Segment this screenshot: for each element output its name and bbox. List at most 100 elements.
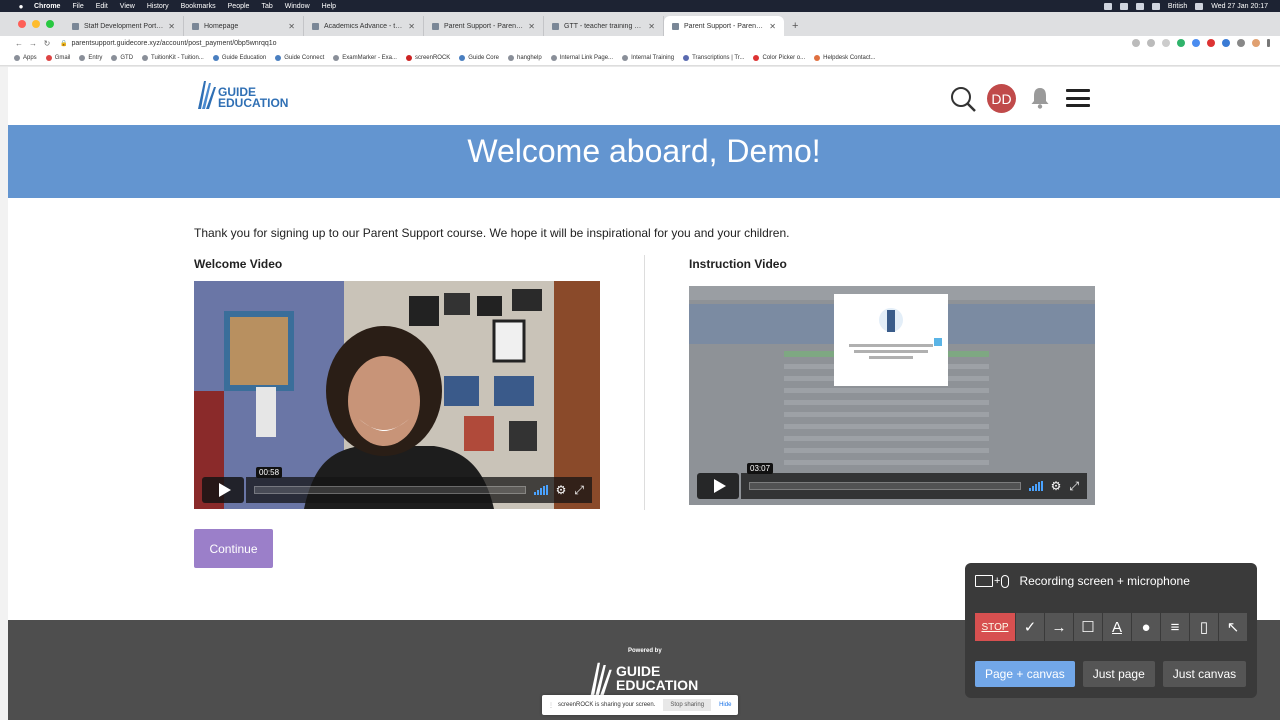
star-icon[interactable] <box>1162 39 1170 47</box>
bookmark[interactable]: GTD <box>111 54 133 61</box>
menu-people[interactable]: People <box>228 3 250 10</box>
stop-recording-button[interactable]: STOP <box>975 613 1015 641</box>
forward-icon[interactable]: → <box>26 39 40 48</box>
extension-icon[interactable] <box>1222 39 1230 47</box>
profile-icon[interactable] <box>1252 39 1260 47</box>
bookmark[interactable]: TuitionKit - Tuition... <box>142 54 204 61</box>
browser-tab[interactable]: Parent Support - Parent Suppo ✕ <box>424 16 544 36</box>
browser-tab[interactable]: Homepage ✕ <box>184 16 304 36</box>
close-tab-icon[interactable]: ✕ <box>408 22 415 31</box>
video-progress-bar[interactable]: 00:58 ⚙ ⤢ <box>246 467 592 503</box>
seek-track[interactable] <box>254 486 526 494</box>
pen-icon[interactable]: ✓ <box>1016 613 1044 641</box>
continue-button[interactable]: Continue <box>194 529 273 568</box>
bookmark[interactable]: Internal Link Page... <box>550 54 613 61</box>
close-tab-icon[interactable]: ✕ <box>288 22 295 31</box>
address-bar[interactable]: parentsupport.guidecore.xyz/account/post… <box>71 40 276 47</box>
menu-icon[interactable] <box>1066 89 1090 107</box>
site-logo[interactable]: GUIDE EDUCATION <box>196 77 288 111</box>
extension-icon[interactable] <box>1177 39 1185 47</box>
key-icon[interactable] <box>1132 39 1140 47</box>
browser-tab[interactable]: Academics Advance - training ✕ <box>304 16 424 36</box>
bookmark[interactable]: Guide Connect <box>275 54 324 61</box>
seek-track[interactable] <box>749 482 1021 490</box>
close-tab-icon[interactable]: ✕ <box>168 22 175 31</box>
rectangle-icon[interactable]: ☐ <box>1074 613 1102 641</box>
lines-icon[interactable]: ≡ <box>1161 613 1189 641</box>
arrow-icon[interactable]: → <box>1045 613 1073 641</box>
status-icon[interactable] <box>1119 2 1128 10</box>
close-tab-icon[interactable]: ✕ <box>528 22 535 31</box>
zoom-icon[interactable] <box>1147 39 1155 47</box>
apple-icon[interactable]: ● <box>14 2 28 11</box>
instruction-video-player[interactable]: 03:07 ⚙ ⤢ <box>689 286 1095 505</box>
reload-icon[interactable]: ↻ <box>40 39 54 48</box>
more-menu-icon[interactable] <box>1267 39 1270 47</box>
mode-just-canvas-button[interactable]: Just canvas <box>1162 661 1247 687</box>
maximize-window-icon[interactable] <box>46 20 54 28</box>
play-button[interactable] <box>697 473 739 499</box>
menu-window[interactable]: Window <box>285 3 310 10</box>
bookmark[interactable]: Color Picker o... <box>753 54 805 61</box>
volume-icon[interactable] <box>533 485 548 495</box>
fullscreen-icon[interactable]: ⤢ <box>574 483 584 498</box>
bookmark[interactable]: Guide Education <box>212 54 266 61</box>
search-icon[interactable] <box>950 86 976 112</box>
bell-icon[interactable] <box>1031 87 1049 109</box>
menu-file[interactable]: File <box>72 3 83 10</box>
wifi-icon[interactable] <box>1151 2 1160 10</box>
menu-tab[interactable]: Tab <box>261 3 272 10</box>
minimize-window-icon[interactable] <box>32 20 40 28</box>
video-progress-bar[interactable]: 03:07 ⚙ ⤢ <box>741 463 1087 499</box>
stop-sharing-button[interactable]: Stop sharing <box>663 699 712 711</box>
browser-tab[interactable]: GTT - teacher training videos ✕ <box>544 16 664 36</box>
bookmark[interactable]: Apps <box>14 54 37 61</box>
drag-handle-icon[interactable]: ⋮ <box>548 702 554 709</box>
menu-edit[interactable]: Edit <box>96 3 108 10</box>
status-icon[interactable] <box>1103 2 1112 10</box>
puzzle-icon[interactable] <box>1237 39 1245 47</box>
bookmark[interactable]: Gmail <box>45 54 70 61</box>
bookmark[interactable]: screenROCK <box>405 54 450 61</box>
bookmark[interactable]: hanghelp <box>507 54 542 61</box>
menu-app-name[interactable]: Chrome <box>34 3 60 10</box>
menu-bookmarks[interactable]: Bookmarks <box>181 3 216 10</box>
extension-icon[interactable] <box>1192 39 1200 47</box>
menu-history[interactable]: History <box>147 3 169 10</box>
welcome-video-player[interactable]: 00:58 ⚙ ⤢ <box>194 281 600 509</box>
bookmark[interactable]: ExamMarker - Exa... <box>333 54 397 61</box>
new-tab-icon[interactable]: + <box>784 20 806 36</box>
browser-tab-active[interactable]: Parent Support - Parent Suppo ✕ <box>664 16 784 36</box>
settings-icon[interactable]: ⚙ <box>1051 479 1062 493</box>
hide-button[interactable]: Hide <box>719 702 731 708</box>
bookmark[interactable]: Guide Core <box>459 54 499 61</box>
footer-logo[interactable]: GUIDE EDUCATION <box>588 658 698 698</box>
clock[interactable]: Wed 27 Jan 20:17 <box>1211 3 1268 10</box>
menu-help[interactable]: Help <box>322 3 336 10</box>
mode-page-canvas-button[interactable]: Page + canvas <box>975 661 1075 687</box>
trash-icon[interactable]: ▯ <box>1190 613 1218 641</box>
lock-icon[interactable]: 🔒 <box>60 40 67 47</box>
palette-icon[interactable]: ● <box>1132 613 1160 641</box>
volume-icon[interactable] <box>1028 481 1043 491</box>
status-icon[interactable] <box>1135 2 1144 10</box>
settings-icon[interactable]: ⚙ <box>556 483 567 497</box>
close-tab-icon[interactable]: ✕ <box>648 22 655 31</box>
menu-view[interactable]: View <box>120 3 135 10</box>
play-button[interactable] <box>202 477 244 503</box>
extension-icon[interactable] <box>1207 39 1215 47</box>
locale-indicator[interactable]: British <box>1168 3 1187 10</box>
bookmark[interactable]: Entry <box>79 54 102 61</box>
spotlight-icon[interactable] <box>1195 2 1204 10</box>
browser-tab[interactable]: Staff Development Portal - Sta ✕ <box>64 16 184 36</box>
bookmark[interactable]: Internal Training <box>622 54 674 61</box>
close-tab-icon[interactable]: ✕ <box>769 22 776 31</box>
text-icon[interactable]: A <box>1103 613 1131 641</box>
fullscreen-icon[interactable]: ⤢ <box>1069 479 1079 494</box>
back-icon[interactable]: ← <box>12 39 26 48</box>
bookmark[interactable]: Helpdesk Contact... <box>814 54 876 61</box>
mode-just-page-button[interactable]: Just page <box>1082 661 1155 687</box>
close-window-icon[interactable] <box>18 20 26 28</box>
cursor-icon[interactable]: ↖ <box>1219 613 1247 641</box>
bookmark[interactable]: Transcriptions | Tr... <box>683 54 744 61</box>
